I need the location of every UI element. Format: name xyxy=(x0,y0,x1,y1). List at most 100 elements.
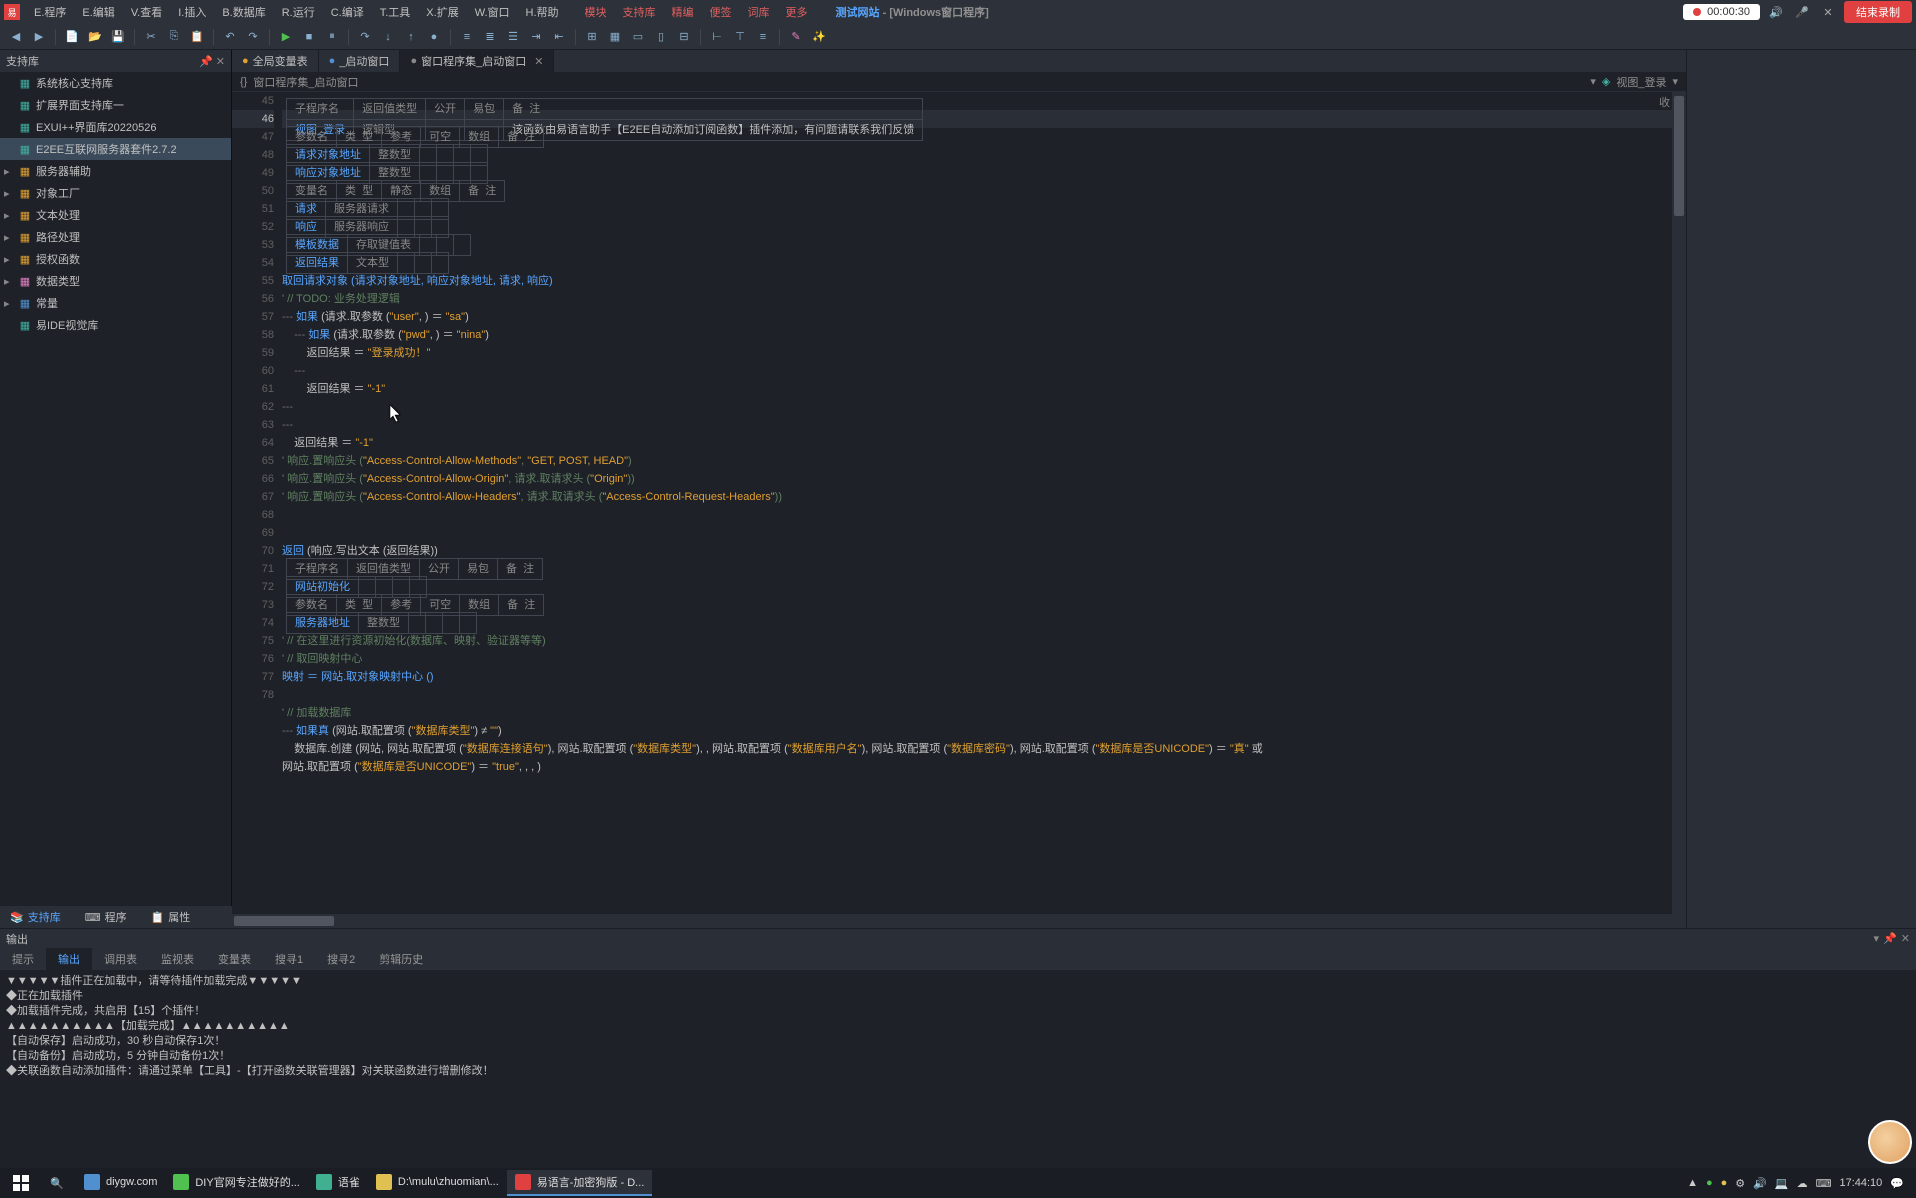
tray-icon-3[interactable]: ● xyxy=(1721,1177,1728,1189)
output-tab[interactable]: 搜寻2 xyxy=(315,948,367,970)
sidebar-item[interactable]: ▸▦文本处理 xyxy=(0,204,231,226)
sidebar-item[interactable]: ▸▦服务器辅助 xyxy=(0,160,231,182)
sidebar-item[interactable]: ▦易IDE视觉库 xyxy=(0,314,231,336)
align-center-icon[interactable]: ≣ xyxy=(480,27,500,47)
copy-icon[interactable]: ⎘ xyxy=(164,27,184,47)
tray-icon-1[interactable]: ▲ xyxy=(1687,1177,1698,1189)
breadcrumb-right[interactable]: 视图_登录 xyxy=(1616,74,1666,90)
tray-icon-2[interactable]: ● xyxy=(1706,1177,1713,1189)
close-icon[interactable]: ✕ xyxy=(1901,932,1910,945)
menu-module[interactable]: 模块 xyxy=(577,4,615,20)
taskbar-item[interactable]: 语雀 xyxy=(308,1170,368,1196)
output-tab[interactable]: 剪辑历史 xyxy=(367,948,435,970)
sidebar-item[interactable]: ▦EXUI++界面库20220526 xyxy=(0,116,231,138)
menu-dict[interactable]: 词库 xyxy=(740,4,778,20)
code-editor[interactable]: 4546474849505152535455565758596061626364… xyxy=(232,92,1686,914)
distribute-icon[interactable]: ≡ xyxy=(753,27,773,47)
pin-icon-2[interactable]: 📌 xyxy=(1883,932,1897,945)
wand-icon[interactable]: ✨ xyxy=(809,27,829,47)
output-tab[interactable]: 输出 xyxy=(46,948,92,970)
menu-window[interactable]: W.窗口 xyxy=(467,4,518,20)
collapse-button[interactable]: 收 xyxy=(1659,94,1670,110)
tray-keyboard-icon[interactable]: ⌨ xyxy=(1816,1177,1832,1190)
breakpoint-icon[interactable]: ● xyxy=(424,27,444,47)
taskbar-item[interactable]: D:\mulu\zhuomian\... xyxy=(368,1170,507,1196)
output-tab[interactable]: 变量表 xyxy=(206,948,263,970)
menu-program[interactable]: E.程序 xyxy=(26,4,74,20)
editor-tab[interactable]: ●全局变量表 xyxy=(232,50,319,72)
dropdown-icon[interactable]: ▾ xyxy=(1874,932,1880,945)
tray-icon-6[interactable]: 💻 xyxy=(1775,1177,1789,1190)
close-rec-icon[interactable]: ✕ xyxy=(1818,2,1838,22)
format-icon[interactable]: ⊞ xyxy=(582,27,602,47)
breadcrumb-left[interactable]: 窗口程序集_启动窗口 xyxy=(253,74,358,90)
brush-icon[interactable]: ✎ xyxy=(786,27,806,47)
step-out-icon[interactable]: ↑ xyxy=(401,27,421,47)
menu-edit[interactable]: E.编辑 xyxy=(74,4,122,20)
tray-icon-4[interactable]: ⚙ xyxy=(1735,1177,1745,1190)
tab-properties[interactable]: 📋属性 xyxy=(145,909,197,925)
menu-run[interactable]: R.运行 xyxy=(274,4,323,20)
editor-tab[interactable]: ●_启动窗口 xyxy=(319,50,401,72)
output-tab[interactable]: 调用表 xyxy=(92,948,149,970)
redo-icon[interactable]: ↷ xyxy=(243,27,263,47)
paste-icon[interactable]: 📋 xyxy=(187,27,207,47)
chevron-down-icon[interactable]: ▾ xyxy=(1590,75,1596,88)
editor-tab[interactable]: ●窗口程序集_启动窗口✕ xyxy=(400,50,554,72)
start-button[interactable] xyxy=(4,1170,38,1196)
tray-clock[interactable]: 17:44:10 xyxy=(1839,1177,1882,1189)
sidebar-item[interactable]: ▦扩展界面支持库一 xyxy=(0,94,231,116)
end-recording-button[interactable]: 结束录制 xyxy=(1844,1,1912,23)
taskbar-item[interactable]: DIY官网专注做好的... xyxy=(165,1170,308,1196)
chevron-down-icon-2[interactable]: ▾ xyxy=(1672,75,1678,88)
menu-extend[interactable]: X.扩展 xyxy=(418,4,466,20)
layout1-icon[interactable]: ▭ xyxy=(628,27,648,47)
menu-insert[interactable]: I.插入 xyxy=(170,4,214,20)
tab-program[interactable]: ⌨程序 xyxy=(79,909,133,925)
menu-compile[interactable]: C.编译 xyxy=(323,4,372,20)
menu-supportlib[interactable]: 支持库 xyxy=(615,4,664,20)
stop-icon[interactable]: ■ xyxy=(299,27,319,47)
menu-compile2[interactable]: 精编 xyxy=(664,4,702,20)
layout3-icon[interactable]: ⊟ xyxy=(674,27,694,47)
back-icon[interactable]: ◀ xyxy=(6,27,26,47)
cut-icon[interactable]: ✂ xyxy=(141,27,161,47)
tray-icon-5[interactable]: 🔊 xyxy=(1753,1177,1767,1190)
taskbar-item[interactable]: diygw.com xyxy=(76,1170,165,1196)
tray-icon-7[interactable]: ☁ xyxy=(1797,1177,1808,1190)
new-file-icon[interactable]: 📄 xyxy=(62,27,82,47)
run-icon[interactable]: ▶ xyxy=(276,27,296,47)
save-icon[interactable]: 💾 xyxy=(108,27,128,47)
output-body[interactable]: ▼▼▼▼▼插件正在加载中，请等待插件加载完成▼▼▼▼▼◆正在加载插件◆加载插件完… xyxy=(0,970,1916,1168)
menu-help[interactable]: H.帮助 xyxy=(518,4,567,20)
pin-icon[interactable]: 📌 ✕ xyxy=(199,55,225,68)
step-into-icon[interactable]: ↓ xyxy=(378,27,398,47)
output-tab[interactable]: 搜寻1 xyxy=(263,948,315,970)
sidebar-item[interactable]: ▦E2EE互联网服务器套件2.7.2 xyxy=(0,138,231,160)
code-body[interactable]: 子程序名返回值类型公开易包备 注视图_登录逻辑型该函数由易语言助手【E2EE自动… xyxy=(282,92,1686,914)
menu-note[interactable]: 便签 xyxy=(702,4,740,20)
center-v-icon[interactable]: ⊤ xyxy=(730,27,750,47)
sidebar-item[interactable]: ▸▦数据类型 xyxy=(0,270,231,292)
forward-icon[interactable]: ▶ xyxy=(29,27,49,47)
undo-icon[interactable]: ↶ xyxy=(220,27,240,47)
align-left-icon[interactable]: ≡ xyxy=(457,27,477,47)
assistant-avatar[interactable] xyxy=(1868,1120,1912,1164)
sidebar-item[interactable]: ▸▦常量 xyxy=(0,292,231,314)
sidebar-item[interactable]: ▸▦授权函数 xyxy=(0,248,231,270)
tray-notification-icon[interactable]: 💬 xyxy=(1890,1177,1904,1190)
close-tab-icon[interactable]: ✕ xyxy=(534,55,543,68)
menu-more[interactable]: 更多 xyxy=(778,4,816,20)
center-h-icon[interactable]: ⊢ xyxy=(707,27,727,47)
pause-icon[interactable]: ⏸ xyxy=(322,27,342,47)
output-tab[interactable]: 监视表 xyxy=(149,948,206,970)
menu-view[interactable]: V.查看 xyxy=(123,4,170,20)
tab-supportlib[interactable]: 📚支持库 xyxy=(4,909,67,925)
sidebar-item[interactable]: ▦系统核心支持库 xyxy=(0,72,231,94)
menu-database[interactable]: B.数据库 xyxy=(214,4,273,20)
taskbar-item[interactable]: 易语言-加密狗版 - D... xyxy=(507,1170,653,1196)
layout2-icon[interactable]: ▯ xyxy=(651,27,671,47)
menu-tools[interactable]: T.工具 xyxy=(372,4,419,20)
volume-icon[interactable]: 🔊 xyxy=(1766,2,1786,22)
vertical-scrollbar[interactable] xyxy=(1672,92,1686,914)
